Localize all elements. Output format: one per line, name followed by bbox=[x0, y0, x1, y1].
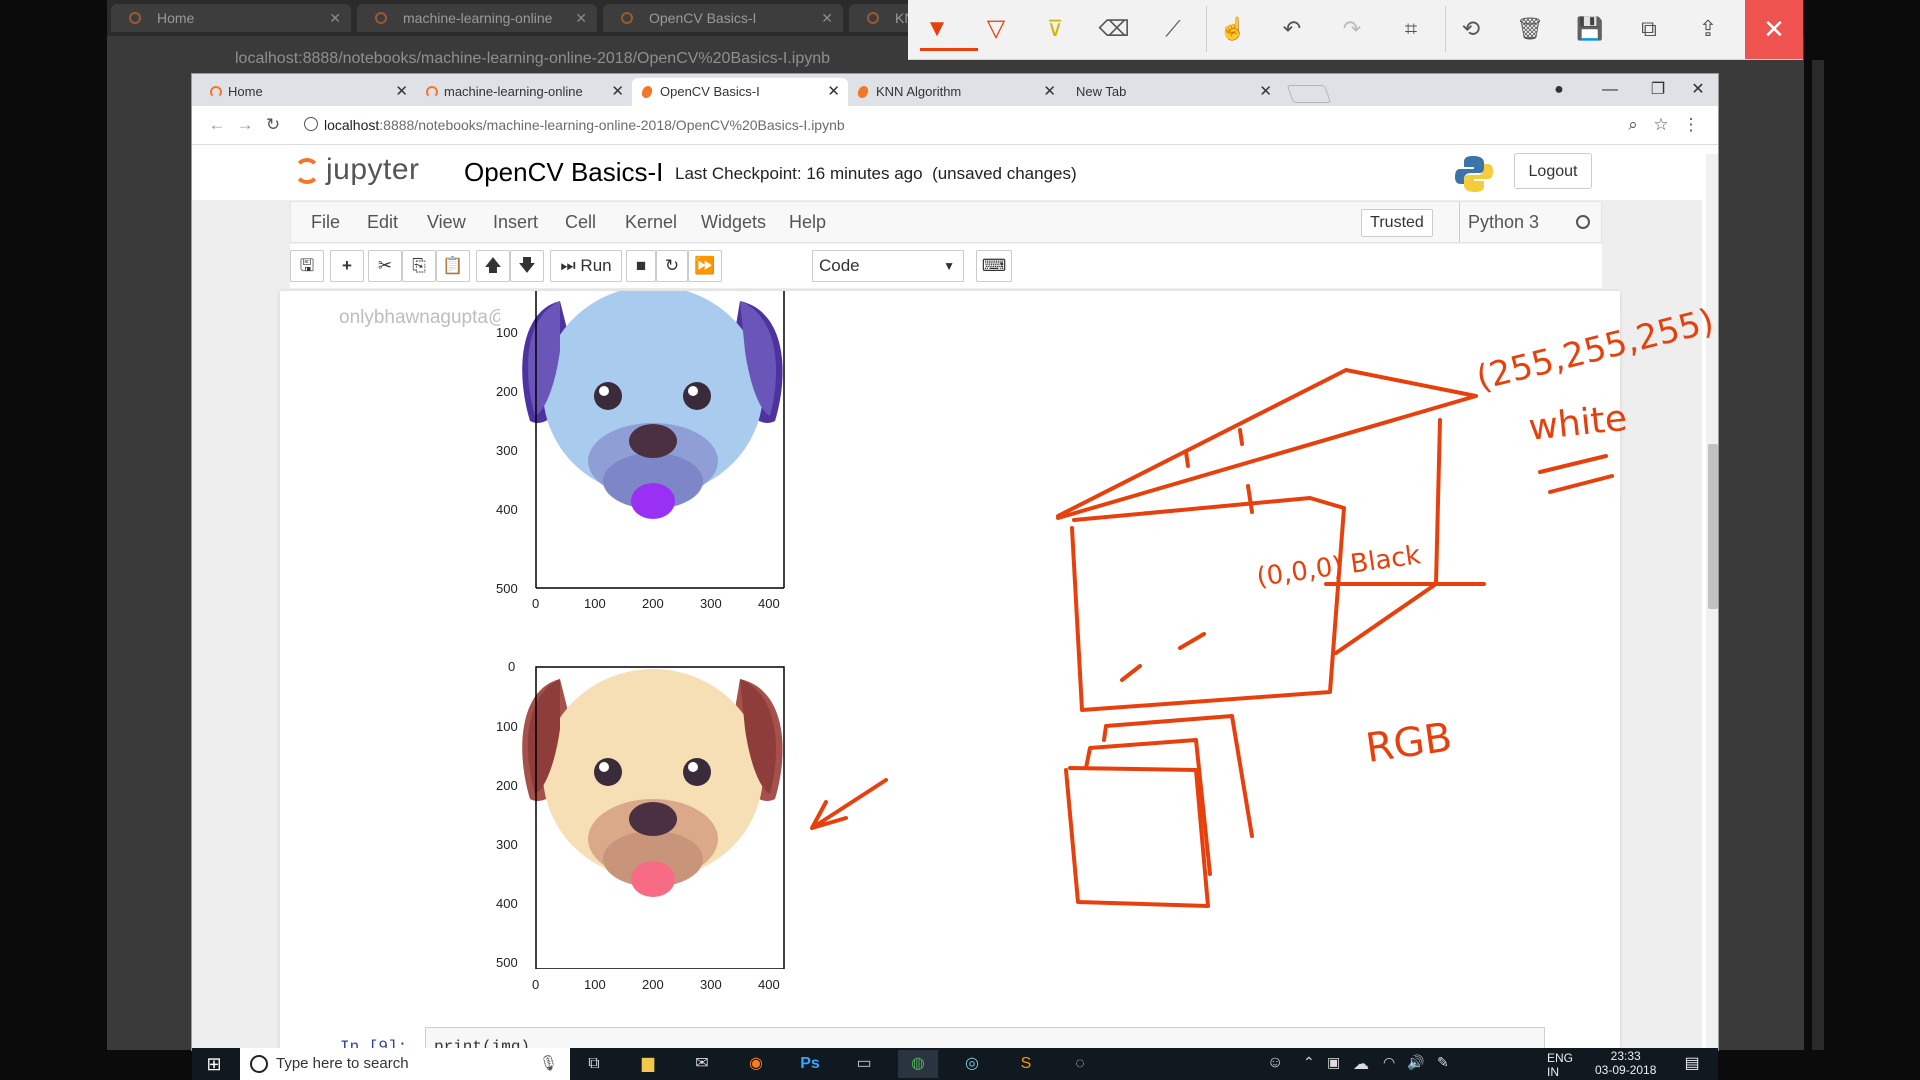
ink-label-rgb: RGB bbox=[1363, 714, 1455, 772]
input-language[interactable]: ENG IN bbox=[1547, 1051, 1573, 1079]
microphone-icon[interactable]: 🎙 bbox=[539, 1048, 558, 1080]
people-icon[interactable]: ☺ bbox=[1267, 1054, 1283, 1072]
taskbar-search-box[interactable]: Type here to search 🎙 bbox=[240, 1048, 570, 1080]
windows-taskbar: ⊞ Type here to search 🎙 ⧉ ▆ ✉ ◉ Ps ▭ ◍ ◎ … bbox=[192, 1048, 1718, 1080]
notification-icon[interactable]: ▤ bbox=[1672, 1050, 1712, 1078]
ink-stroke bbox=[1120, 632, 1206, 682]
pen-workspace-icon[interactable]: ✎ bbox=[1437, 1054, 1449, 1071]
ink-stroke bbox=[1064, 766, 1210, 908]
ink-stroke bbox=[810, 778, 888, 830]
ink-label-white-word: white bbox=[1527, 398, 1629, 449]
ink-stroke bbox=[1084, 738, 1212, 876]
cloud-icon[interactable]: ☁ bbox=[1353, 1054, 1369, 1074]
file-explorer-icon[interactable]: ▆ bbox=[628, 1050, 668, 1078]
volume-icon[interactable]: 🔊 bbox=[1407, 1054, 1424, 1071]
task-view-icon[interactable]: ⧉ bbox=[574, 1050, 614, 1078]
windows-start-icon[interactable]: ⊞ bbox=[192, 1048, 236, 1080]
firefox-icon[interactable]: ◉ bbox=[736, 1050, 776, 1078]
sublime-text-icon[interactable]: S bbox=[1006, 1050, 1046, 1078]
cortana-icon bbox=[250, 1055, 268, 1073]
ink-stroke bbox=[1334, 418, 1442, 655]
clock[interactable]: 23:33 03-09-2018 bbox=[1595, 1049, 1656, 1077]
terminal-icon[interactable]: ▭ bbox=[844, 1050, 884, 1078]
ink-stroke bbox=[1246, 484, 1254, 514]
chrome-icon[interactable]: ◍ bbox=[898, 1050, 938, 1078]
ink-label-white-value: (255,255,255) bbox=[1473, 301, 1718, 399]
mail-icon[interactable]: ✉ bbox=[682, 1050, 722, 1078]
ink-annotations: (255,255,255) white (0,0,0) Black RGB bbox=[810, 301, 1718, 908]
photoshop-icon[interactable]: Ps bbox=[790, 1050, 830, 1078]
ink-stroke bbox=[1538, 454, 1614, 494]
device-icon[interactable]: ▣ bbox=[1327, 1054, 1340, 1071]
ink-stroke bbox=[1102, 714, 1254, 838]
app-icon[interactable]: ◎ bbox=[952, 1050, 992, 1078]
wifi-icon[interactable]: ◠ bbox=[1383, 1054, 1395, 1071]
ink-stroke bbox=[1070, 496, 1346, 712]
chevron-up-icon[interactable]: ⌃ bbox=[1303, 1054, 1315, 1071]
obs-icon[interactable]: ◌ bbox=[1060, 1050, 1100, 1078]
ink-stroke bbox=[1056, 368, 1478, 520]
